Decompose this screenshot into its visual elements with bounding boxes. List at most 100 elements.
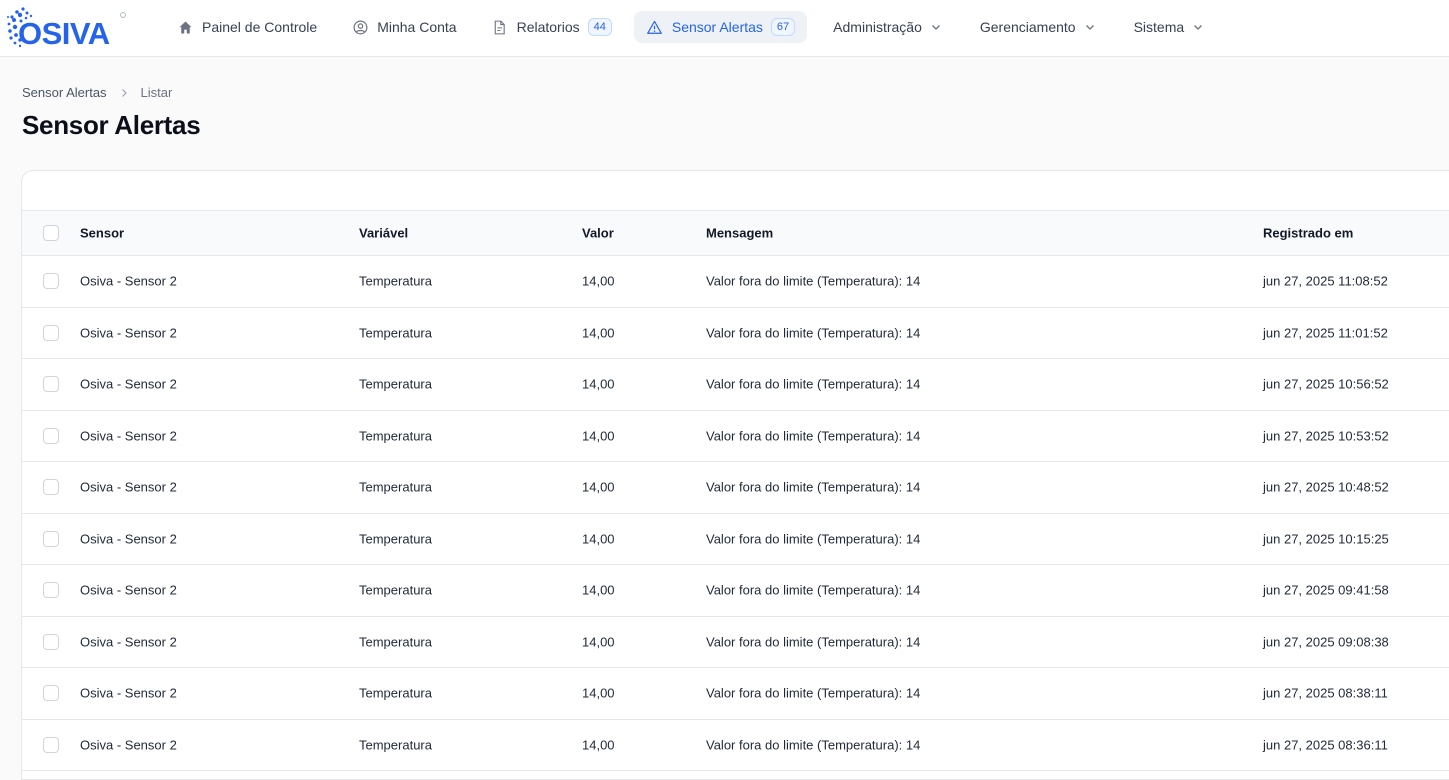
cell-sensor: Osiva - Sensor 2 <box>80 685 177 701</box>
cell-sensor: Osiva - Sensor 2 <box>80 582 177 598</box>
cell-registrado-em: jun 27, 2025 09:41:58 <box>1263 582 1389 598</box>
reports-count-badge: 44 <box>587 18 612 36</box>
cell-mensagem: Valor fora do limite (Temperatura): 14 <box>706 531 921 547</box>
nav-item-label: Painel de Controle <box>202 19 318 35</box>
cell-valor: 14,00 <box>582 582 615 598</box>
cell-registrado-em: jun 27, 2025 10:15:25 <box>1263 531 1389 547</box>
cell-registrado-em: jun 27, 2025 11:08:52 <box>1263 273 1388 289</box>
breadcrumb-link-sensor-alertas[interactable]: Sensor Alertas <box>22 85 107 100</box>
nav-item-minha-conta[interactable]: Minha Conta <box>339 11 468 43</box>
cell-registrado-em: jun 27, 2025 10:56:52 <box>1263 376 1389 392</box>
select-all-checkbox[interactable] <box>43 225 59 241</box>
cell-registrado-em: jun 27, 2025 09:08:38 <box>1263 634 1389 650</box>
cell-variavel: Temperatura <box>359 531 432 547</box>
table-row[interactable]: Osiva - Sensor 2 Temperatura 14,00 Valor fo… <box>22 462 1449 514</box>
row-checkbox[interactable] <box>43 479 59 496</box>
page-title: Sensor Alertas <box>22 110 201 140</box>
table-row[interactable]: Osiva - Sensor 2 Temperatura 14,00 Valor fo… <box>22 411 1449 462</box>
table-row[interactable]: Osiva - Sensor 2 Temperatura 14,00 Valor fo… <box>22 359 1449 411</box>
cell-valor: 14,00 <box>582 737 615 753</box>
column-header-mensagem[interactable]: Mensagem <box>706 226 773 241</box>
cell-variavel: Temperatura <box>359 428 432 444</box>
cell-valor: 14,00 <box>582 531 615 547</box>
breadcrumb: Sensor Alertas Listar <box>22 85 172 100</box>
nav-item-label: Sensor Alertas <box>671 19 763 35</box>
cell-mensagem: Valor fora do limite (Temperatura): 14 <box>706 428 921 444</box>
row-checkbox[interactable] <box>43 685 59 702</box>
cell-registrado-em: jun 27, 2025 10:48:52 <box>1263 479 1389 495</box>
cell-variavel: Temperatura <box>359 737 432 753</box>
row-checkbox[interactable] <box>43 273 59 290</box>
cell-variavel: Temperatura <box>359 685 432 701</box>
nav-item-label: Gerenciamento <box>979 19 1076 35</box>
warning-triangle-icon <box>646 18 664 36</box>
cell-sensor: Osiva - Sensor 2 <box>80 273 177 289</box>
row-checkbox[interactable] <box>43 530 59 547</box>
column-header-registrado-em[interactable]: Registrado em <box>1263 226 1353 241</box>
row-checkbox[interactable] <box>43 376 59 393</box>
cell-variavel: Temperatura <box>359 325 432 341</box>
cell-sensor: Osiva - Sensor 2 <box>80 325 177 341</box>
alerts-count-badge: 67 <box>770 18 796 36</box>
cell-variavel: Temperatura <box>359 479 432 495</box>
cell-mensagem: Valor fora do limite (Temperatura): 14 <box>706 273 921 289</box>
table-toolbar <box>22 171 1449 211</box>
cell-registrado-em: jun 27, 2025 11:01:52 <box>1263 325 1388 341</box>
row-checkbox[interactable] <box>43 324 59 341</box>
cell-variavel: Temperatura <box>359 376 432 392</box>
table-header-row: Sensor Variável Valor Mensagem Registrad… <box>22 211 1449 256</box>
nav-item-sensor-alertas[interactable]: Sensor Alertas 67 <box>633 11 808 43</box>
column-header-sensor[interactable]: Sensor <box>80 226 124 241</box>
cell-mensagem: Valor fora do limite (Temperatura): 14 <box>706 479 921 495</box>
cell-variavel: Temperatura <box>359 273 432 289</box>
nav-item-label: Relatorios <box>516 19 580 35</box>
nav-item-administracao[interactable]: Administração <box>821 11 954 43</box>
nav-item-label: Administração <box>833 19 922 35</box>
cell-registrado-em: jun 27, 2025 08:38:11 <box>1263 685 1388 701</box>
cell-valor: 14,00 <box>582 325 615 341</box>
user-circle-icon <box>351 18 369 36</box>
document-icon <box>491 18 509 36</box>
cell-sensor: Osiva - Sensor 2 <box>80 428 177 444</box>
home-icon <box>176 18 194 36</box>
table-row[interactable]: Osiva - Sensor 2 Temperatura 14,00 Valor fo… <box>22 720 1449 771</box>
cell-valor: 14,00 <box>582 479 615 495</box>
column-header-variavel[interactable]: Variável <box>359 226 408 241</box>
cell-variavel: Temperatura <box>359 634 432 650</box>
cell-mensagem: Valor fora do limite (Temperatura): 14 <box>706 634 921 650</box>
table-row[interactable]: Osiva - Sensor 2 Temperatura 14,00 Valor fo… <box>22 308 1449 359</box>
table-row[interactable]: Osiva - Sensor 2 Temperatura 14,00 Valor fo… <box>22 668 1449 720</box>
cell-variavel: Temperatura <box>359 582 432 598</box>
chevron-down-icon <box>1192 21 1204 33</box>
cell-sensor: Osiva - Sensor 2 <box>80 479 177 495</box>
cell-valor: 14,00 <box>582 634 615 650</box>
row-checkbox[interactable] <box>43 633 59 650</box>
row-checkbox[interactable] <box>43 582 59 599</box>
chevron-down-icon <box>1084 21 1096 33</box>
table-row[interactable]: Osiva - Sensor 2 Temperatura 14,00 Valor fo… <box>22 256 1449 308</box>
cell-mensagem: Valor fora do limite (Temperatura): 14 <box>706 582 921 598</box>
chevron-right-icon <box>119 88 129 98</box>
cell-valor: 14,00 <box>582 376 615 392</box>
main-navigation: Painel de Controle Minha Conta Relatorio… <box>164 11 1216 43</box>
nav-item-painel-de-controle[interactable]: Painel de Controle <box>164 11 329 43</box>
table-row[interactable]: Osiva - Sensor 2 Temperatura 14,00 Valor fo… <box>22 565 1449 617</box>
nav-item-sistema[interactable]: Sistema <box>1122 11 1217 43</box>
cell-registrado-em: jun 27, 2025 08:36:11 <box>1263 737 1388 753</box>
table-row[interactable]: Osiva - Sensor 2 Temperatura 14,00 Valor fo… <box>22 514 1449 565</box>
cell-mensagem: Valor fora do limite (Temperatura): 14 <box>706 376 921 392</box>
osiva-logo[interactable]: OSIVA <box>6 5 128 51</box>
row-checkbox[interactable] <box>43 736 59 753</box>
table-row[interactable]: Osiva - Sensor 2 Temperatura 14,00 Valor fo… <box>22 617 1449 668</box>
nav-item-relatorios[interactable]: Relatorios 44 <box>479 11 624 43</box>
cell-registrado-em: jun 27, 2025 10:53:52 <box>1263 428 1389 444</box>
top-navigation-bar: OSIVA Painel de Controle Minha Conta Rel… <box>0 0 1449 57</box>
nav-item-gerenciamento[interactable]: Gerenciamento <box>968 11 1108 43</box>
row-checkbox[interactable] <box>43 427 59 444</box>
table-body: Osiva - Sensor 2 Temperatura 14,00 Valor fo… <box>22 256 1449 771</box>
alerts-table-card: Sensor Variável Valor Mensagem Registrad… <box>21 170 1449 780</box>
nav-item-label: Minha Conta <box>377 19 457 35</box>
cell-sensor: Osiva - Sensor 2 <box>80 531 177 547</box>
cell-mensagem: Valor fora do limite (Temperatura): 14 <box>706 685 921 701</box>
column-header-valor[interactable]: Valor <box>582 226 614 241</box>
